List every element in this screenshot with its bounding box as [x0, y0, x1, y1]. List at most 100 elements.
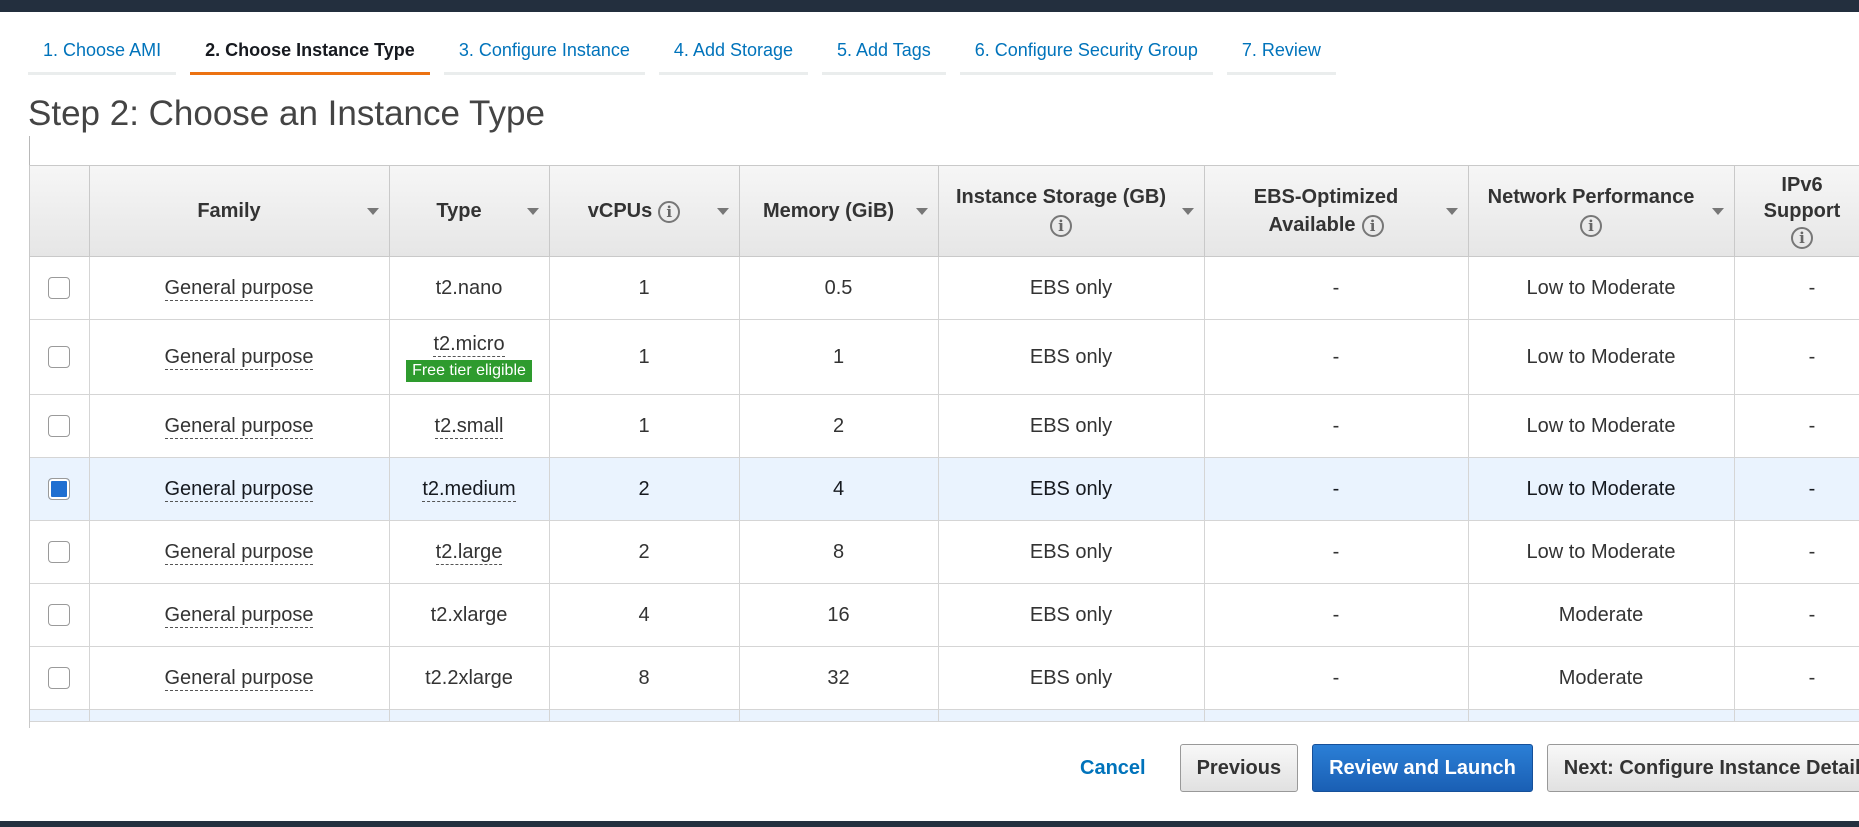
cancel-button[interactable]: Cancel [1060, 757, 1166, 780]
family-value[interactable]: General purpose [164, 477, 314, 502]
ebs-cell: - [1204, 646, 1469, 710]
instance-type-table: Family Type vCPUs i Memory (GiB) Instance… [29, 165, 1859, 728]
previous-button[interactable]: Previous [1179, 744, 1299, 792]
network-cell: Moderate [1468, 646, 1735, 710]
select-column-header [30, 166, 90, 257]
step-configure-security-group[interactable]: 6. Configure Security Group [959, 30, 1213, 75]
storage-cell: EBS only [938, 394, 1205, 458]
column-label: Available [1268, 214, 1356, 236]
column-header-network-performance[interactable]: Network Performance i [1468, 166, 1735, 257]
storage-cell: EBS only [938, 646, 1205, 710]
step-review[interactable]: 7. Review [1226, 30, 1336, 75]
memory-cell: 0.5 [739, 256, 939, 320]
ebs-cell: - [1204, 520, 1469, 584]
sort-caret-icon[interactable] [1445, 208, 1458, 215]
page-title: Step 2: Choose an Instance Type [28, 94, 545, 133]
ipv6-cell: - [1734, 319, 1859, 395]
family-cell: General purpose [89, 646, 390, 710]
row-select-cell [30, 520, 90, 584]
sort-caret-icon[interactable] [716, 208, 729, 215]
type-cell: t2.nano [389, 256, 550, 320]
checkbox-icon[interactable] [48, 415, 71, 438]
memory-cell: 1 [739, 319, 939, 395]
ebs-cell: - [1204, 319, 1469, 395]
type-value[interactable]: t2.micro [433, 333, 505, 357]
type-cell: t2.xlarge [389, 583, 550, 647]
step-configure-instance[interactable]: 3. Configure Instance [443, 30, 645, 75]
sort-caret-icon[interactable] [1181, 208, 1194, 215]
info-icon[interactable]: i [1580, 214, 1602, 237]
divider [29, 136, 30, 166]
wizard-footer-actions: Cancel Previous Review and Launch Next: … [1060, 744, 1859, 792]
ipv6-cell: - [1734, 256, 1859, 320]
vcpus-cell: 2 [549, 520, 740, 584]
table-row-selected[interactable]: General purpose t2.medium 2 4 EBS only -… [30, 457, 1859, 521]
table-row[interactable]: General purpose t2.large 2 8 EBS only - … [30, 520, 1859, 584]
family-cell: General purpose [89, 457, 390, 521]
checkbox-icon[interactable] [48, 346, 71, 369]
table-row[interactable]: General purpose t2.2xlarge 8 32 EBS only… [30, 646, 1859, 710]
storage-cell: EBS only [938, 319, 1205, 395]
column-header-memory[interactable]: Memory (GiB) [739, 166, 939, 257]
ebs-cell: - [1204, 394, 1469, 458]
info-icon[interactable]: i [658, 200, 681, 223]
family-cell: General purpose [89, 520, 390, 584]
type-value[interactable]: t2.large [435, 540, 503, 565]
row-select-cell [30, 457, 90, 521]
table-row[interactable]: General purpose t2.nano 1 0.5 EBS only -… [30, 256, 1859, 320]
column-header-type[interactable]: Type [389, 166, 550, 257]
ipv6-cell: - [1734, 646, 1859, 710]
checkbox-icon[interactable] [48, 277, 71, 300]
family-value[interactable]: General purpose [164, 276, 314, 301]
family-value[interactable]: General purpose [164, 414, 314, 439]
type-cell: t2.small [389, 394, 550, 458]
checkbox-icon[interactable] [48, 667, 71, 690]
family-value[interactable]: General purpose [164, 540, 314, 565]
checkbox-icon[interactable] [48, 541, 71, 564]
table-row[interactable]: General purpose t2.xlarge 4 16 EBS only … [30, 583, 1859, 647]
step-add-tags[interactable]: 5. Add Tags [822, 30, 946, 75]
ipv6-cell: - [1734, 457, 1859, 521]
table-header-row: Family Type vCPUs i Memory (GiB) Instance… [30, 166, 1859, 257]
type-value[interactable]: t2.small [434, 414, 504, 439]
step-add-storage[interactable]: 4. Add Storage [658, 30, 809, 75]
storage-cell: EBS only [938, 457, 1205, 521]
checkbox-icon[interactable] [48, 604, 71, 627]
checkbox-checked-icon[interactable] [48, 478, 71, 501]
step-choose-ami[interactable]: 1. Choose AMI [28, 30, 177, 75]
network-cell: Low to Moderate [1468, 394, 1735, 458]
sort-caret-icon[interactable] [1711, 208, 1724, 215]
sort-caret-icon[interactable] [915, 208, 928, 215]
family-value[interactable]: General purpose [164, 345, 314, 370]
column-header-ipv6-support[interactable]: IPv6 Support i [1734, 166, 1859, 257]
family-value[interactable]: General purpose [164, 603, 314, 628]
type-cell: t2.2xlarge [389, 646, 550, 710]
table-row[interactable]: General purpose t2.small 1 2 EBS only - … [30, 394, 1859, 458]
column-label: IPv6 [1781, 174, 1823, 196]
row-select-cell [30, 646, 90, 710]
wizard-steps: 1. Choose AMI 2. Choose Instance Type 3.… [28, 30, 1336, 75]
memory-cell: 16 [739, 583, 939, 647]
column-header-ebs-optimized[interactable]: EBS-Optimized Available i [1204, 166, 1469, 257]
table-row[interactable]: General purpose t2.micro Free tier eligi… [30, 319, 1859, 395]
vcpus-cell: 8 [549, 646, 740, 710]
column-header-family[interactable]: Family [89, 166, 390, 257]
column-header-vcpus[interactable]: vCPUs i [549, 166, 740, 257]
vcpus-cell: 1 [549, 319, 740, 395]
column-label: Type [436, 200, 482, 222]
step-choose-instance-type[interactable]: 2. Choose Instance Type [190, 30, 430, 75]
free-tier-badge: Free tier eligible [406, 360, 532, 382]
info-icon[interactable]: i [1050, 214, 1072, 237]
sort-caret-icon[interactable] [526, 208, 539, 215]
column-header-instance-storage[interactable]: Instance Storage (GB) i [938, 166, 1205, 257]
info-icon[interactable]: i [1791, 226, 1813, 249]
review-and-launch-button[interactable]: Review and Launch [1312, 744, 1533, 792]
family-value[interactable]: General purpose [164, 666, 314, 691]
type-cell: t2.micro Free tier eligible [389, 319, 550, 395]
memory-cell: 2 [739, 394, 939, 458]
sort-caret-icon[interactable] [366, 208, 379, 215]
info-icon[interactable]: i [1361, 214, 1384, 237]
ipv6-cell: - [1734, 583, 1859, 647]
next-configure-instance-details-button[interactable]: Next: Configure Instance Details [1546, 744, 1859, 792]
type-value[interactable]: t2.medium [422, 477, 516, 502]
